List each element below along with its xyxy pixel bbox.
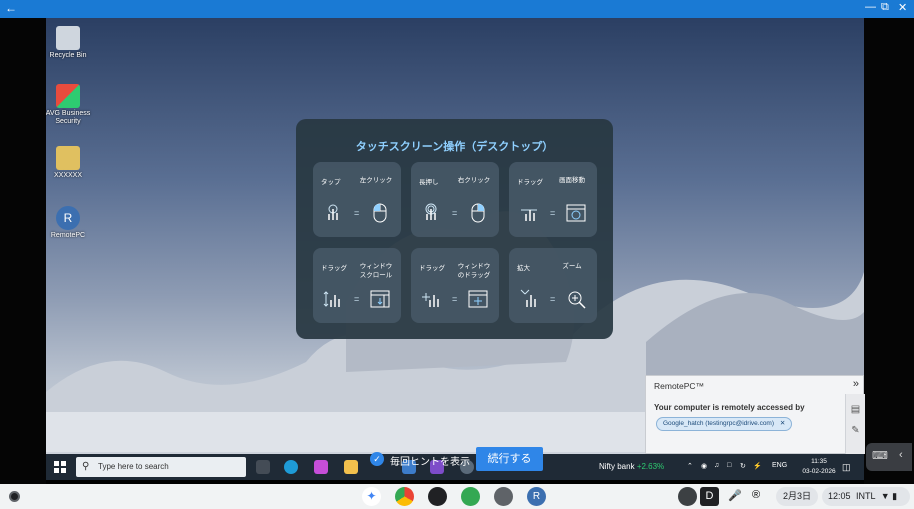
notification-icon[interactable]: ◫ [842,462,851,473]
file-icon [56,146,80,170]
tray-power-icon[interactable]: ⚡ [753,462,762,470]
chrome-icon[interactable] [395,487,414,506]
remote-session-icon[interactable]: ® [752,489,760,501]
collapse-icon[interactable]: » [853,378,859,390]
close-icon[interactable]: ✕ [898,1,907,14]
user-chip: Google_hatch (testingrpc@idrive.com) ✕ [656,417,793,431]
tray-volume-icon[interactable]: ♫ [714,462,719,469]
window-titlebar: ← — ⧉ ✕ [0,0,914,18]
windows-search-box[interactable]: ⚲ Type here to search [76,457,246,477]
language-indicator[interactable]: ENG [772,462,787,469]
tray-chevron-icon[interactable]: ⌃ [687,462,693,470]
tray-network-icon[interactable]: ◉ [701,462,707,470]
hint-card-long-press: 長押し 右クリック = [411,162,499,237]
system-tray[interactable]: 12:05 INTL ▼ ▮ [822,487,910,506]
edit-icon[interactable]: ✎ [846,425,865,436]
search-icon: ⚲ [82,461,90,472]
windows-start-icon[interactable] [54,461,66,473]
tray-display-icon[interactable]: □ [727,462,731,469]
window-scroll-icon [370,290,390,308]
pinch-gesture-icon [520,289,536,307]
tray-sync-icon[interactable]: ↻ [740,462,746,470]
keyboard-icon: ⌨ [872,450,888,462]
hint-card-tap: タップ 左クリック = [313,162,401,237]
hint-card-drag-window: ドラッグ ウィンドウのドラッグ = [411,248,499,323]
remotepc-access-popup: RemotePC™ » Your computer is remotely ac… [645,375,865,454]
app-root: ← — ⧉ ✕ Recycle Bin AVG Business Securit… [0,0,914,509]
settings-gear-icon[interactable] [494,487,513,506]
file-explorer-icon[interactable] [344,460,358,474]
keyboard-toggle-tab[interactable]: ⌨ ‹ [866,443,912,471]
mouse-left-click-icon [373,203,387,223]
zoom-icon [568,291,586,309]
drag-gesture-icon [521,209,537,221]
popup-message: Your computer is remotely accessed by [654,403,805,412]
gemini-icon[interactable]: ✦ [362,487,381,506]
nifty-widget[interactable]: Nifty bank +2.63% [599,462,664,471]
back-arrow-icon[interactable]: ← [5,1,17,15]
windows-clock[interactable]: 11:35 03-02-2026 [798,457,840,477]
hint-title: タッチスクリーン操作（デスクトップ） [355,141,554,153]
popup-title: RemotePC™ [654,381,705,391]
chromeos-shelf: ✦ R D 🎤 ® 2月3日 12:05 INTL ▼ ▮ [0,484,914,509]
continue-button[interactable]: 続行する [476,447,543,471]
microphone-icon[interactable]: 🎤 [728,489,742,502]
hint-card-drag-screen: ドラッグ 画面移動 = [509,162,597,237]
hint-card-zoom: 拡大 ズーム = [509,248,597,323]
task-view-icon[interactable] [256,460,270,474]
desktop-icon-folder[interactable]: XXXXXX [46,146,93,180]
chip-close-icon[interactable]: ✕ [780,420,785,427]
edge-icon[interactable] [284,460,298,474]
minimize-icon[interactable]: — [865,1,876,13]
remotepc-icon: R [56,206,80,230]
window-drag-icon [468,290,488,308]
tap-gesture-icon [328,204,338,220]
touchscreen-hint-panel: タッチスクリーン操作（デスクトップ） タップ 左クリック = 長押し 右クリック… [296,119,613,339]
copilot-icon[interactable] [314,460,328,474]
left-letterbox [0,18,46,484]
launcher-icon[interactable] [9,491,20,502]
hint-card-drag-scroll: ドラッグ ウィンドウスクロール = [313,248,401,323]
avg-icon [56,84,80,108]
vertical-drag-gesture-icon [323,291,340,307]
mouse-right-click-icon [471,203,485,223]
screen-move-icon [566,204,586,222]
checkmark-icon: ✓ [370,452,384,466]
long-press-gesture-icon [425,203,437,220]
desktop-icon-remotepc[interactable]: R RemotePC [46,206,93,240]
chat-icon[interactable]: ▤ [846,404,865,415]
app-icon[interactable] [428,487,447,506]
battery-icon: ▮ [892,491,898,501]
remotepc-icon[interactable]: R [527,487,546,506]
popup-side-toolbar: ▤ ✎ [845,394,865,454]
recycle-bin-icon [56,26,80,50]
shelf-date[interactable]: 2月3日 [776,487,818,506]
desktop-icon-recycle-bin[interactable]: Recycle Bin [46,26,93,60]
chevron-left-icon: ‹ [899,449,903,461]
play-apps-icon[interactable] [461,487,480,506]
app-d-icon[interactable]: D [700,487,719,506]
wifi-icon: ▼ [880,491,890,501]
restore-icon[interactable]: ⧉ [881,1,889,14]
tote-icon[interactable] [678,487,697,506]
multi-drag-gesture-icon [422,293,439,307]
desktop-icon-avg[interactable]: AVG Business Security [46,84,93,126]
right-letterbox [864,18,914,484]
